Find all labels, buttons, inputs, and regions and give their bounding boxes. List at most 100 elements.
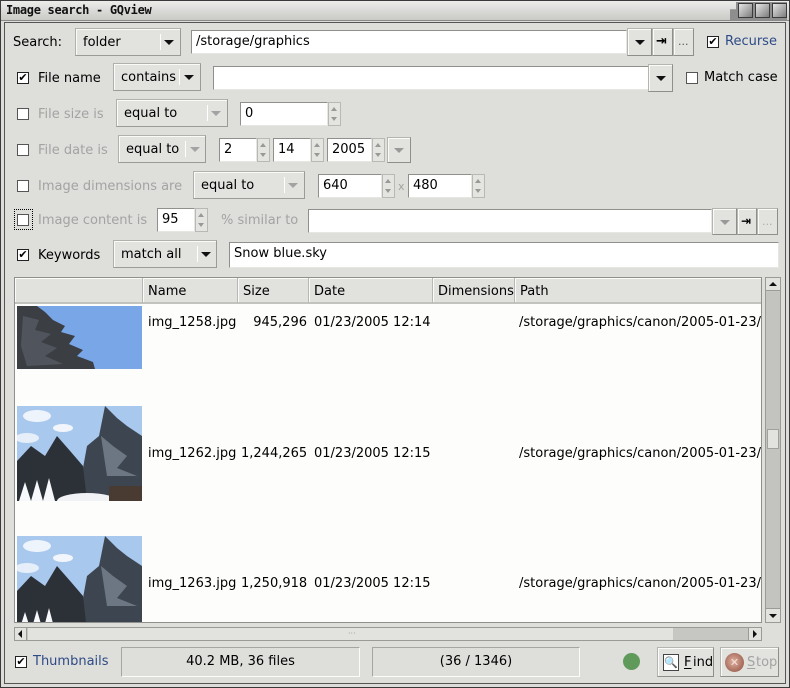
search-path-input[interactable]: /storage/graphics	[191, 30, 627, 54]
window-controls	[730, 2, 787, 20]
recurse-checkbox[interactable]: ✔	[707, 36, 719, 48]
window-title: Image search - GQview	[6, 3, 152, 17]
column-header-thumbnail[interactable]	[15, 278, 143, 304]
tree-sky-thumbnail	[17, 306, 142, 369]
image-width-spinner[interactable]	[382, 174, 395, 198]
file-name-label: File name	[38, 71, 101, 86]
thumbnails-checkbox[interactable]: ✔	[15, 656, 27, 668]
file-size-spinner[interactable]	[328, 102, 341, 126]
stop-label: top	[756, 655, 778, 670]
chevron-down-icon	[184, 75, 194, 80]
file-date-cell: 01/23/2005 12:15	[314, 446, 431, 461]
column-header-date[interactable]: Date	[309, 278, 433, 304]
search-scope-combo[interactable]: folder	[75, 28, 181, 56]
image-content-checkbox[interactable]	[17, 214, 29, 226]
image-width-input[interactable]: 640	[318, 174, 382, 198]
file-name-history-button[interactable]	[648, 64, 673, 92]
similar-image-browse-button[interactable]: ...	[757, 208, 778, 235]
keywords-label: Keywords	[38, 248, 101, 263]
file-path-cell: /storage/graphics/canon/2005-01-23/i	[519, 446, 762, 461]
find-button[interactable]: 🔍 F ind	[657, 647, 714, 677]
file-size-checkbox[interactable]	[17, 108, 29, 120]
snowy-trees-thumbnail	[17, 536, 142, 622]
column-header-path[interactable]: Path	[515, 278, 761, 304]
file-size-input[interactable]: 0	[240, 102, 328, 126]
file-name-cell: img_1263.jpg	[148, 576, 237, 591]
search-label: Search:	[13, 35, 63, 50]
file-size-label: File size is	[38, 107, 104, 122]
image-dimensions-checkbox[interactable]	[17, 180, 29, 192]
match-case-label[interactable]: Match case	[704, 70, 778, 85]
arrow-to-bar-icon: ⇥	[741, 214, 752, 228]
scrollbar-thumb[interactable]	[766, 292, 780, 608]
dimension-separator: x	[398, 180, 405, 193]
match-case-checkbox[interactable]	[686, 72, 698, 84]
minimize-button[interactable]	[738, 3, 753, 18]
calendar-popup-button[interactable]	[387, 137, 411, 163]
snowy-trees-thumbnail	[17, 406, 142, 501]
results-list[interactable]: Name Size Date Dimensions Path img_1258.…	[14, 277, 762, 623]
file-date-month-input[interactable]: 2	[219, 138, 257, 162]
app-window: Image search - GQview Search: folder /st…	[0, 0, 790, 688]
horizontal-scrollbar[interactable]: ···	[14, 627, 762, 641]
close-button[interactable]	[772, 3, 787, 18]
file-name-cell: img_1258.jpg	[148, 315, 237, 330]
keywords-mode-combo[interactable]: match all	[113, 240, 217, 268]
arrow-to-bar-icon: ⇥	[656, 34, 667, 49]
file-date-cell: 01/23/2005 12:15	[314, 576, 431, 591]
image-height-spinner[interactable]	[472, 174, 485, 198]
stop-button[interactable]: ✕ S top	[720, 647, 779, 677]
browse-button[interactable]: ...	[673, 28, 694, 56]
result-row[interactable]: img_1262.jpg 1,244,265 01/23/2005 12:15 …	[15, 406, 762, 536]
file-size-cell: 1,244,265	[241, 446, 307, 461]
file-date-mode-combo[interactable]: equal to	[118, 135, 206, 163]
maximize-button[interactable]	[755, 3, 770, 18]
file-name-checkbox[interactable]: ✔	[17, 72, 29, 84]
file-size-cell: 945,296	[253, 315, 307, 330]
file-size-mode-combo[interactable]: equal to	[116, 99, 228, 127]
file-date-day-input[interactable]: 14	[273, 138, 311, 162]
tab-complete-button[interactable]: ⇥	[652, 28, 673, 56]
title-bar[interactable]: Image search - GQview	[1, 1, 789, 21]
file-date-day-spinner[interactable]	[311, 138, 324, 162]
file-date-cell: 01/23/2005 12:14	[314, 315, 431, 330]
recurse-label[interactable]: Recurse	[725, 34, 777, 49]
keywords-input[interactable]: Snow blue.sky	[229, 242, 779, 268]
thumbnails-label[interactable]: Thumbnails	[33, 654, 109, 669]
file-path-cell: /storage/graphics/canon/2005-01-23/i	[519, 576, 762, 591]
similar-image-path-input[interactable]	[308, 209, 712, 233]
path-history-button[interactable]	[627, 28, 652, 56]
find-mnemonic: F	[684, 655, 692, 670]
image-content-label: Image content is	[38, 213, 148, 228]
similarity-percent-spinner[interactable]	[195, 208, 208, 232]
scroll-left-button[interactable]	[15, 628, 27, 640]
keywords-checkbox[interactable]: ✔	[17, 249, 29, 261]
horizontal-scrollbar-thumb[interactable]: ···	[28, 628, 673, 640]
scroll-up-button[interactable]	[766, 278, 780, 291]
file-name-input[interactable]	[213, 66, 649, 90]
chevron-down-icon	[211, 111, 221, 116]
scroll-down-button[interactable]	[766, 608, 780, 622]
similar-image-history-button[interactable]	[712, 208, 737, 235]
results-summary: 40.2 MB, 36 files	[121, 647, 360, 677]
file-date-year-input[interactable]: 2005	[327, 138, 372, 162]
similar-image-tab-complete-button[interactable]: ⇥	[737, 208, 757, 235]
similarity-percent-input[interactable]: 95	[157, 208, 195, 232]
column-header-dimensions[interactable]: Dimensions	[433, 278, 515, 304]
file-path-cell: /storage/graphics/canon/2005-01-23/i	[519, 315, 762, 330]
triangle-down-icon	[394, 148, 404, 153]
result-row[interactable]: img_1263.jpg 1,250,918 01/23/2005 12:15 …	[15, 536, 762, 622]
column-header-name[interactable]: Name	[143, 278, 238, 304]
file-date-checkbox[interactable]	[17, 144, 29, 156]
file-name-mode-combo[interactable]: contains	[113, 63, 201, 91]
chevron-down-icon	[190, 147, 200, 152]
vertical-scrollbar[interactable]	[765, 277, 781, 623]
thumb-grip[interactable]	[767, 429, 779, 449]
column-header-size[interactable]: Size	[238, 278, 309, 304]
file-date-month-spinner[interactable]	[257, 138, 270, 162]
search-status-indicator	[623, 653, 640, 670]
scroll-right-button[interactable]	[748, 628, 761, 640]
image-height-input[interactable]: 480	[408, 174, 472, 198]
image-dimensions-mode-combo[interactable]: equal to	[193, 171, 305, 199]
file-date-year-spinner[interactable]	[372, 138, 385, 162]
